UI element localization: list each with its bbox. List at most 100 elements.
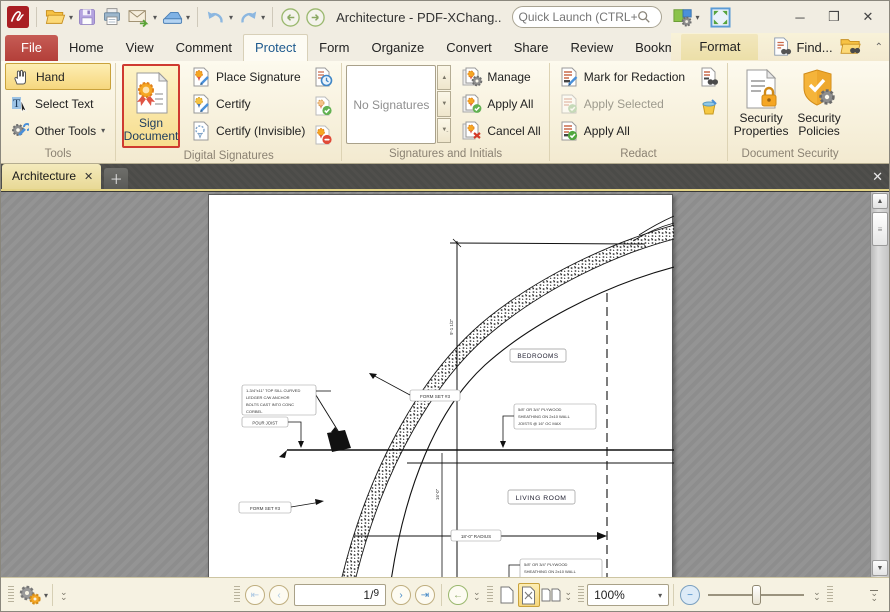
- layout-grip[interactable]: [487, 586, 493, 604]
- zoom-slider-handle[interactable]: [752, 585, 761, 605]
- apply-all-signatures-button[interactable]: Apply All: [457, 90, 544, 117]
- print-button[interactable]: [99, 6, 125, 28]
- redo-dropdown-arrow[interactable]: ▾: [261, 13, 265, 22]
- find-in-files-button[interactable]: [839, 36, 863, 59]
- certify-button[interactable]: Certify: [186, 90, 309, 117]
- two-page-layout-button[interactable]: [540, 583, 562, 607]
- tab-home[interactable]: Home: [58, 35, 115, 61]
- security-properties-button[interactable]: SecurityProperties: [732, 63, 790, 147]
- redo-button[interactable]: ▾: [235, 6, 267, 28]
- tab-review[interactable]: Review: [559, 35, 624, 61]
- scroll-more-button[interactable]: ▼̱: [437, 118, 451, 143]
- undo-dropdown-arrow[interactable]: ▾: [229, 13, 233, 22]
- scrollbar-up-button[interactable]: ▲: [872, 193, 888, 209]
- signatures-list[interactable]: No Signatures: [346, 65, 436, 144]
- timestamp-document-button[interactable]: [311, 66, 335, 88]
- tab-organize[interactable]: Organize: [360, 35, 435, 61]
- sign-document-button[interactable]: SignDocument: [122, 64, 180, 148]
- quick-launch-box[interactable]: [512, 6, 662, 28]
- vertical-scrollbar[interactable]: ▲ ≡ ▼: [870, 192, 889, 577]
- undo-button[interactable]: ▾: [203, 6, 235, 28]
- document-tab-architecture[interactable]: Architecture ✕: [2, 164, 101, 189]
- scroll-up-button[interactable]: ▲: [437, 65, 451, 90]
- document-viewport[interactable]: BEDROOMS LIVING ROOM FORM SET #3 FORM SE…: [1, 191, 889, 577]
- tab-format[interactable]: Format: [681, 34, 758, 60]
- scrollbar-thumb[interactable]: ≡: [872, 212, 888, 246]
- new-tab-button[interactable]: ＋: [104, 168, 128, 189]
- status-options-dropdown-arrow[interactable]: ▾: [44, 591, 48, 600]
- collapse-ribbon-button[interactable]: ⌃: [875, 42, 883, 53]
- fullscreen-button[interactable]: [708, 6, 733, 29]
- nav-forward-button[interactable]: [303, 6, 328, 29]
- email-button[interactable]: ▾: [125, 6, 159, 28]
- apply-all-redactions-button[interactable]: Apply All: [554, 117, 689, 144]
- layout-more-button[interactable]: ⌄⌄: [565, 590, 573, 600]
- tab-convert[interactable]: Convert: [435, 35, 503, 61]
- validate-signatures-button[interactable]: [311, 95, 335, 117]
- email-dropdown-arrow[interactable]: ▾: [153, 13, 157, 22]
- cancel-all-signatures-button[interactable]: Cancel All: [457, 117, 544, 144]
- document-tab-close-icon[interactable]: ✕: [84, 170, 93, 183]
- expand-toolbar-button[interactable]: ⌄⌄: [60, 590, 68, 600]
- certify-invisible-button[interactable]: Certify (Invisible): [186, 117, 309, 144]
- open-dropdown-arrow[interactable]: ▾: [69, 13, 73, 22]
- history-back-button[interactable]: ←: [448, 585, 468, 605]
- first-page-button[interactable]: ⇤: [245, 585, 265, 605]
- other-tools-dropdown-arrow[interactable]: ▾: [101, 126, 105, 135]
- hand-tool-button[interactable]: Hand: [5, 63, 111, 90]
- tab-file[interactable]: File: [5, 35, 58, 61]
- group-digital-signatures: SignDocument Place Signature Certify Cer…: [116, 61, 341, 163]
- close-button[interactable]: ✕: [851, 5, 885, 29]
- zoom-grip[interactable]: [578, 586, 584, 604]
- find-button[interactable]: Find...: [772, 37, 832, 57]
- plywood-note-upper: 5/8" OR 3/4" PLYWOOD SHEATHING ON 2x10 W…: [500, 404, 596, 448]
- mark-for-redaction-button[interactable]: Mark for Redaction: [554, 63, 689, 90]
- tab-share[interactable]: Share: [503, 35, 560, 61]
- statusbar-overflow-button[interactable]: ⌄⌄: [870, 590, 878, 601]
- search-and-redact-button[interactable]: [697, 66, 721, 88]
- history-more-button[interactable]: ⌄⌄: [473, 590, 481, 600]
- scan-button[interactable]: ▾: [159, 6, 192, 28]
- maximize-button[interactable]: ❒: [817, 5, 851, 29]
- close-all-tabs-button[interactable]: ✕: [872, 169, 883, 185]
- tab-form[interactable]: Form: [308, 35, 360, 61]
- scroll-down-button[interactable]: ▼: [437, 91, 451, 116]
- tab-comment[interactable]: Comment: [165, 35, 243, 61]
- next-page-button[interactable]: ›: [391, 585, 411, 605]
- ui-options-dropdown-arrow[interactable]: ▾: [696, 13, 700, 22]
- single-page-layout-button[interactable]: [496, 583, 518, 607]
- save-button[interactable]: [75, 6, 99, 28]
- status-options-button[interactable]: ▾: [17, 584, 48, 606]
- clear-signatures-button[interactable]: [311, 124, 335, 146]
- ui-options-button[interactable]: ▾: [670, 6, 702, 28]
- zoom-dropdown-arrow[interactable]: ▾: [658, 591, 662, 600]
- zoom-level-select[interactable]: 100% ▾: [587, 584, 669, 606]
- nav-back-button[interactable]: [278, 6, 303, 29]
- zoom-out-button[interactable]: −: [680, 585, 700, 605]
- minimize-button[interactable]: ─: [783, 5, 817, 29]
- toolbar-grip[interactable]: [8, 586, 14, 604]
- continuous-layout-button[interactable]: [518, 583, 540, 607]
- page-number-box[interactable]: 1/9: [294, 584, 386, 606]
- security-policies-button[interactable]: SecurityPolicies: [790, 63, 848, 147]
- zoom-slider[interactable]: [708, 594, 804, 596]
- scan-dropdown-arrow[interactable]: ▾: [186, 13, 190, 22]
- scrollbar-down-button[interactable]: ▼: [872, 560, 888, 576]
- pagenav-grip[interactable]: [234, 586, 240, 604]
- tab-view[interactable]: View: [115, 35, 165, 61]
- previous-page-button[interactable]: ‹: [269, 585, 289, 605]
- last-page-button[interactable]: ⇥: [415, 585, 435, 605]
- certify-icon: [190, 94, 212, 114]
- open-button[interactable]: ▾: [42, 6, 75, 28]
- apply-selected-redactions-button[interactable]: Apply Selected: [554, 90, 689, 117]
- right-grip[interactable]: [827, 586, 833, 604]
- tab-protect[interactable]: Protect: [243, 34, 308, 61]
- place-signature-button[interactable]: Place Signature: [186, 63, 309, 90]
- sanitize-document-button[interactable]: [697, 95, 721, 117]
- pdf-page[interactable]: BEDROOMS LIVING ROOM FORM SET #3 FORM SE…: [208, 194, 673, 577]
- quick-launch-input[interactable]: [519, 10, 637, 24]
- manage-signatures-button[interactable]: Manage: [457, 63, 544, 90]
- zoom-more-button[interactable]: ⌄⌄: [813, 590, 821, 600]
- select-text-button[interactable]: T Select Text: [5, 90, 111, 117]
- other-tools-button[interactable]: Other Tools ▾: [5, 117, 111, 144]
